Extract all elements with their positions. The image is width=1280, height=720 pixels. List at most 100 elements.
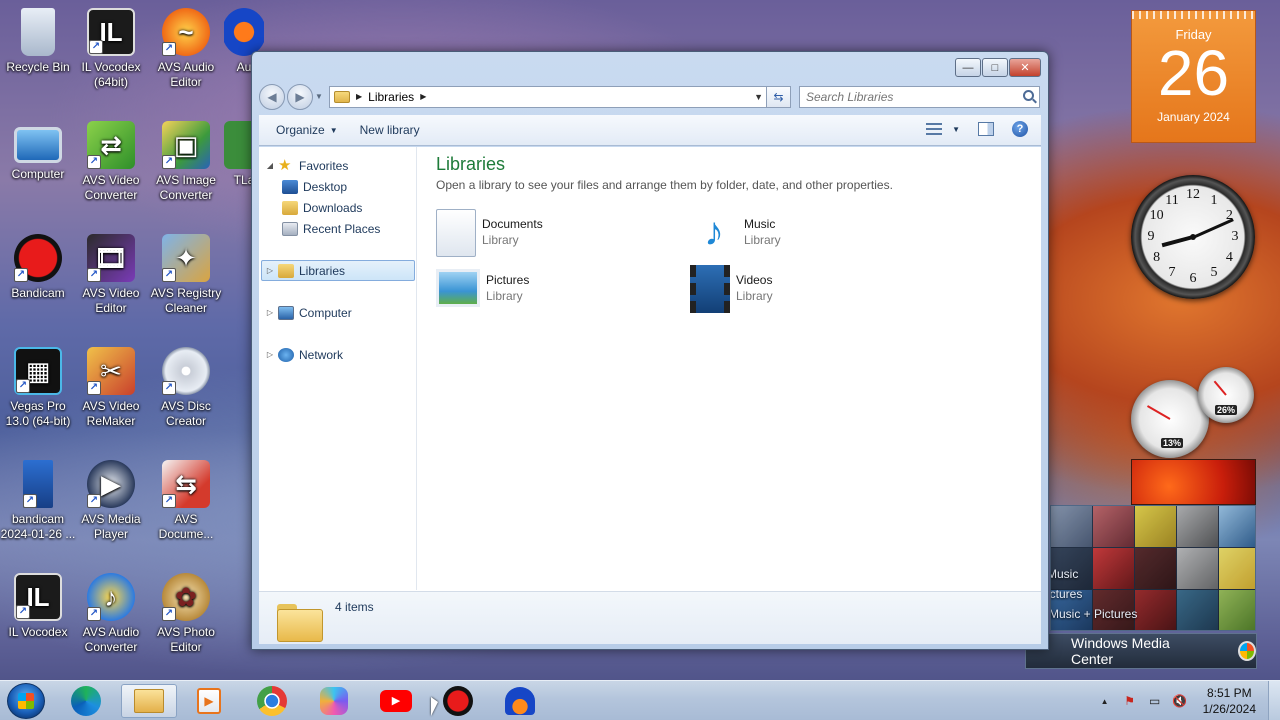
nav-computer-label: Computer <box>299 305 352 320</box>
collapsed-arrow-icon[interactable]: ▷ <box>265 350 275 359</box>
recent-pages-dropdown[interactable]: ▼ <box>315 92 325 101</box>
windows-logo-icon <box>1237 641 1256 661</box>
desktop-icon-bandicam-file[interactable]: ↗ bandicam 2024-01-26 ... <box>0 460 76 560</box>
desktop-icon-vegas-pro[interactable]: ▦ ↗ Vegas Pro 13.0 (64-bit) <box>0 347 76 447</box>
calendar-gadget[interactable]: Friday 26 January 2024 <box>1131 10 1256 143</box>
search-box[interactable] <box>799 85 1040 108</box>
address-dropdown-icon[interactable]: ▼ <box>754 92 763 102</box>
address-bar[interactable]: ▶ Libraries ▶ ▼ <box>329 85 767 108</box>
desktop-icon-bandicam[interactable]: ↗ Bandicam <box>0 234 76 334</box>
library-name: Pictures <box>486 273 530 287</box>
breadcrumb-arrow-icon[interactable]: ▶ <box>356 92 362 101</box>
recent-places-icon <box>282 221 298 236</box>
desktop-icon-computer[interactable]: Computer <box>0 121 76 221</box>
file-explorer-icon <box>134 689 164 713</box>
media-center-gadget[interactable]: Music ictures Music + Pictures <box>1050 505 1256 631</box>
desktop-icon-avs-document-converter[interactable]: ⇆ ↗ AVS Docume... <box>148 460 224 560</box>
search-input[interactable] <box>806 89 1006 104</box>
taskbar-youtube[interactable]: ▶ <box>368 684 424 718</box>
desktop-icon-il-vocodex[interactable]: IL ↗ IL Vocodex <box>0 573 76 673</box>
desktop-icon-avs-video-converter[interactable]: ⇄ ↗ AVS Video Converter <box>73 121 149 221</box>
taskbar-date: 1/26/2024 <box>1202 702 1256 716</box>
library-documents[interactable]: Documents Library <box>436 209 676 261</box>
calendar-month: January 2024 <box>1157 110 1230 124</box>
library-music[interactable]: ♪ Music Library <box>690 209 930 261</box>
breadcrumb-arrow-icon[interactable]: ▶ <box>420 92 426 101</box>
library-videos[interactable]: Videos Library <box>690 265 930 317</box>
taskbar-copilot[interactable] <box>306 684 362 718</box>
forward-button[interactable]: ▶ <box>287 83 313 110</box>
taskbar-audacity[interactable] <box>492 684 548 718</box>
desktop-icon-avs-registry-cleaner[interactable]: ✦ ↗ AVS Registry Cleaner <box>148 234 224 334</box>
nav-network-label: Network <box>299 347 344 362</box>
clock-gadget[interactable]: 12 1 2 3 4 5 6 7 8 9 10 11 <box>1131 175 1255 299</box>
network-icon[interactable]: ▭ <box>1147 693 1163 709</box>
desktop-icon-avs-video-editor[interactable]: 🎞 ↗ AVS Video Editor <box>73 234 149 334</box>
media-center-bar[interactable]: Windows Media Center <box>1025 633 1257 669</box>
minimize-button[interactable]: — <box>955 58 981 77</box>
explorer-window[interactable]: — □ ✕ ◀ ▶ ▼ ▶ Libraries ▶ ▼ ⇆ Organize ▼… <box>251 51 1049 650</box>
desktop-icon-avs-media-player[interactable]: ▶ ↗ AVS Media Player <box>73 460 149 560</box>
refresh-button[interactable]: ⇆ <box>767 85 791 108</box>
nav-network[interactable]: ▷ Network <box>259 344 416 365</box>
taskbar-time: 8:51 PM <box>1206 686 1252 700</box>
nav-desktop[interactable]: Desktop <box>259 176 416 197</box>
action-center-flag-icon[interactable]: ⚑ <box>1122 693 1138 709</box>
close-button[interactable]: ✕ <box>1009 58 1041 77</box>
nav-recent-places[interactable]: Recent Places <box>259 218 416 239</box>
desktop-icon-avs-audio-converter[interactable]: ♪ ↗ AVS Audio Converter <box>73 573 149 673</box>
youtube-icon: ▶ <box>380 690 412 712</box>
desktop-icon-avs-video-remaker[interactable]: ✂ ↗ AVS Video ReMaker <box>73 347 149 447</box>
show-hidden-icons-button[interactable]: ▲ <box>1097 693 1113 709</box>
ram-meter-gadget[interactable]: 26% <box>1198 367 1254 423</box>
desktop-icon-il-vocodex-64[interactable]: IL ↗ IL Vocodex (64bit) <box>73 8 149 108</box>
avs-document-converter-icon: ⇆ ↗ <box>162 460 210 508</box>
nav-recent-label: Recent Places <box>303 221 381 236</box>
nav-downloads[interactable]: Downloads <box>259 197 416 218</box>
organize-button[interactable]: Organize ▼ <box>276 123 338 137</box>
taskbar-clock[interactable]: 8:51 PM 1/26/2024 <box>1203 685 1256 717</box>
desktop-icon-avs-disc-creator[interactable]: ↗ AVS Disc Creator <box>148 347 224 447</box>
taskbar-file-explorer[interactable] <box>121 684 177 718</box>
collapsed-arrow-icon[interactable]: ▷ <box>265 266 275 275</box>
libraries-icon <box>278 263 294 278</box>
taskbar: ▶ ▶ ▲ ⚑ ▭ 🔇 8:51 PM 1/26/2024 <box>0 680 1280 720</box>
clock-numeral: 5 <box>1210 265 1218 281</box>
content-area: ◢ ★ Favorites Desktop Downloads Recent P… <box>259 147 1041 644</box>
nav-favorites[interactable]: ◢ ★ Favorites <box>259 155 416 176</box>
show-desktop-button[interactable] <box>1268 681 1280 720</box>
media-menu-music-pictures[interactable]: Music + Pictures <box>1051 607 1137 621</box>
back-button[interactable]: ◀ <box>259 83 285 110</box>
libraries-folder-icon <box>277 600 323 642</box>
taskbar-bandicam[interactable] <box>430 684 486 718</box>
search-icon[interactable] <box>1023 89 1034 101</box>
change-view-button[interactable]: ▼ <box>926 123 960 135</box>
collapsed-arrow-icon[interactable]: ▷ <box>265 308 275 317</box>
start-button[interactable] <box>7 683 45 719</box>
library-pictures[interactable]: Pictures Library <box>436 265 676 317</box>
breadcrumb-libraries[interactable]: Libraries <box>368 90 414 104</box>
new-library-button[interactable]: New library <box>360 123 420 137</box>
preview-pane-button[interactable] <box>978 122 994 136</box>
forward-arrow-icon: ▶ <box>295 89 305 104</box>
taskbar-edge[interactable] <box>58 684 114 718</box>
slideshow-gadget[interactable] <box>1131 459 1256 505</box>
nav-libraries[interactable]: ▷ Libraries <box>261 260 415 281</box>
taskbar-chrome[interactable] <box>244 684 300 718</box>
help-button[interactable]: ? <box>1012 121 1028 137</box>
maximize-button[interactable]: □ <box>982 58 1008 77</box>
library-name: Videos <box>736 273 773 287</box>
desktop-icon-label: Au <box>236 60 252 74</box>
system-tray: ▲ ⚑ ▭ 🔇 8:51 PM 1/26/2024 <box>1097 681 1280 720</box>
media-menu-pictures[interactable]: ictures <box>1051 587 1082 601</box>
expanded-arrow-icon[interactable]: ◢ <box>265 161 275 170</box>
desktop-icon-avs-image-converter[interactable]: ▣ ↗ AVS Image Converter <box>148 121 224 221</box>
media-menu-music[interactable]: Music <box>1051 567 1078 581</box>
desktop-icon-avs-audio-editor[interactable]: ~ ↗ AVS Audio Editor <box>148 8 224 108</box>
desktop-icon-avs-photo-editor[interactable]: ✿ ↗ AVS Photo Editor <box>148 573 224 673</box>
volume-muted-icon[interactable]: 🔇 <box>1172 693 1188 709</box>
taskbar-media-player[interactable]: ▶ <box>181 684 237 718</box>
pictures-library-icon <box>436 269 480 307</box>
desktop-icon-recycle-bin[interactable]: Recycle Bin <box>0 8 76 108</box>
nav-computer[interactable]: ▷ Computer <box>259 302 416 323</box>
